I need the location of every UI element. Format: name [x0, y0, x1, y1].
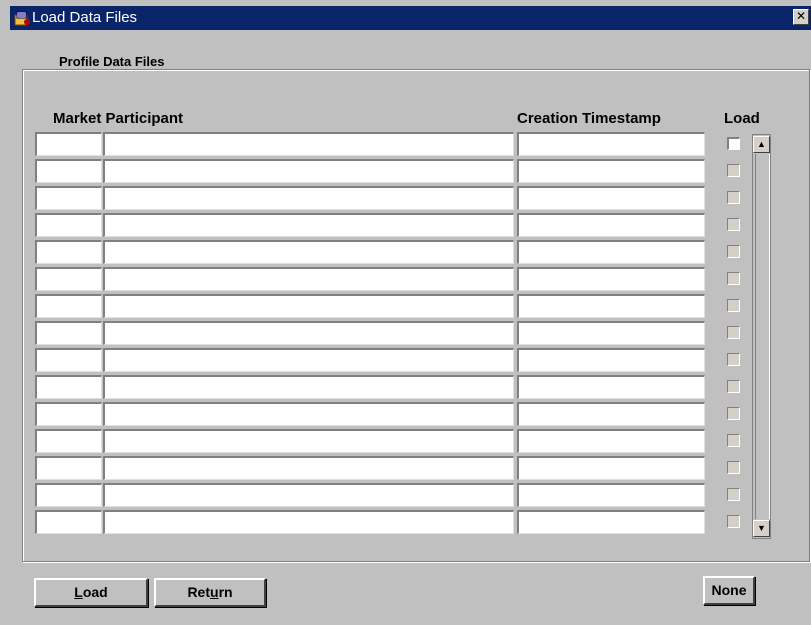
creation-timestamp-field[interactable] [517, 348, 705, 372]
vertical-scrollbar[interactable]: ▲ ▼ [752, 134, 771, 539]
participant-name-field[interactable] [103, 402, 514, 426]
load-checkbox[interactable] [727, 353, 740, 366]
scroll-track[interactable] [755, 154, 770, 519]
participant-name-field[interactable] [103, 132, 514, 156]
participant-code-field[interactable] [35, 375, 102, 399]
load-checkbox[interactable] [727, 218, 740, 231]
participant-code-field[interactable] [35, 456, 102, 480]
window-titlebar: Load Data Files ✕ [10, 6, 811, 30]
load-checkbox[interactable] [727, 272, 740, 285]
load-checkbox[interactable] [727, 191, 740, 204]
scroll-down-icon[interactable]: ▼ [753, 520, 770, 537]
creation-timestamp-field[interactable] [517, 402, 705, 426]
participant-code-field[interactable] [35, 294, 102, 318]
participant-name-field[interactable] [103, 348, 514, 372]
return-button-label-pre: Ret [187, 584, 210, 600]
participant-code-field[interactable] [35, 132, 102, 156]
load-button[interactable]: Load [34, 578, 148, 607]
creation-timestamp-field[interactable] [517, 267, 705, 291]
creation-timestamp-field[interactable] [517, 321, 705, 345]
participant-name-field[interactable] [103, 159, 514, 183]
return-button-label-post: rn [218, 584, 233, 600]
participant-name-field[interactable] [103, 294, 514, 318]
participant-name-field[interactable] [103, 456, 514, 480]
creation-timestamp-field[interactable] [517, 159, 705, 183]
load-checkbox[interactable] [727, 326, 740, 339]
load-checkbox[interactable] [727, 515, 740, 528]
frame-title: Profile Data Files [45, 54, 179, 69]
load-button-label-post: oad [82, 584, 108, 600]
creation-timestamp-field[interactable] [517, 186, 705, 210]
load-checkbox[interactable] [727, 137, 740, 150]
load-checkbox[interactable] [727, 407, 740, 420]
column-header-creation-timestamp: Creation Timestamp [517, 110, 661, 127]
window-client-area: Profile Data Files Market Participant Cr… [10, 30, 811, 625]
load-checkbox[interactable] [727, 245, 740, 258]
load-checkbox[interactable] [727, 488, 740, 501]
participant-name-field[interactable] [103, 213, 514, 237]
scroll-up-icon[interactable]: ▲ [753, 136, 770, 153]
participant-code-field[interactable] [35, 429, 102, 453]
close-icon[interactable]: ✕ [793, 9, 809, 25]
creation-timestamp-field[interactable] [517, 213, 705, 237]
load-button-mnemonic: L [74, 584, 83, 600]
participant-code-field[interactable] [35, 321, 102, 345]
load-checkbox[interactable] [727, 164, 740, 177]
participant-code-field[interactable] [35, 213, 102, 237]
creation-timestamp-field[interactable] [517, 132, 705, 156]
creation-timestamp-field[interactable] [517, 375, 705, 399]
creation-timestamp-field[interactable] [517, 456, 705, 480]
participant-code-field[interactable] [35, 159, 102, 183]
load-checkbox[interactable] [727, 461, 740, 474]
participant-code-field[interactable] [35, 510, 102, 534]
participant-name-field[interactable] [103, 429, 514, 453]
participant-name-field[interactable] [103, 321, 514, 345]
none-button[interactable]: None [703, 576, 755, 605]
column-header-market-participant: Market Participant [53, 110, 184, 127]
creation-timestamp-field[interactable] [517, 429, 705, 453]
participant-name-field[interactable] [103, 240, 514, 264]
column-header-load: Load [724, 110, 760, 127]
participant-code-field[interactable] [35, 402, 102, 426]
return-button[interactable]: Return [154, 578, 266, 607]
forms-app-icon [14, 11, 30, 26]
load-checkbox[interactable] [727, 380, 740, 393]
participant-name-field[interactable] [103, 375, 514, 399]
creation-timestamp-field[interactable] [517, 510, 705, 534]
participant-name-field[interactable] [103, 267, 514, 291]
participant-name-field[interactable] [103, 483, 514, 507]
creation-timestamp-field[interactable] [517, 240, 705, 264]
window-title: Load Data Files [32, 9, 138, 26]
participant-code-field[interactable] [35, 240, 102, 264]
participant-code-field[interactable] [35, 186, 102, 210]
creation-timestamp-field[interactable] [517, 483, 705, 507]
participant-code-field[interactable] [35, 348, 102, 372]
participant-code-field[interactable] [35, 483, 102, 507]
participant-name-field[interactable] [103, 186, 514, 210]
load-checkbox[interactable] [727, 434, 740, 447]
creation-timestamp-field[interactable] [517, 294, 705, 318]
return-button-mnemonic: u [210, 584, 219, 600]
load-checkbox[interactable] [727, 299, 740, 312]
participant-code-field[interactable] [35, 267, 102, 291]
participant-name-field[interactable] [103, 510, 514, 534]
